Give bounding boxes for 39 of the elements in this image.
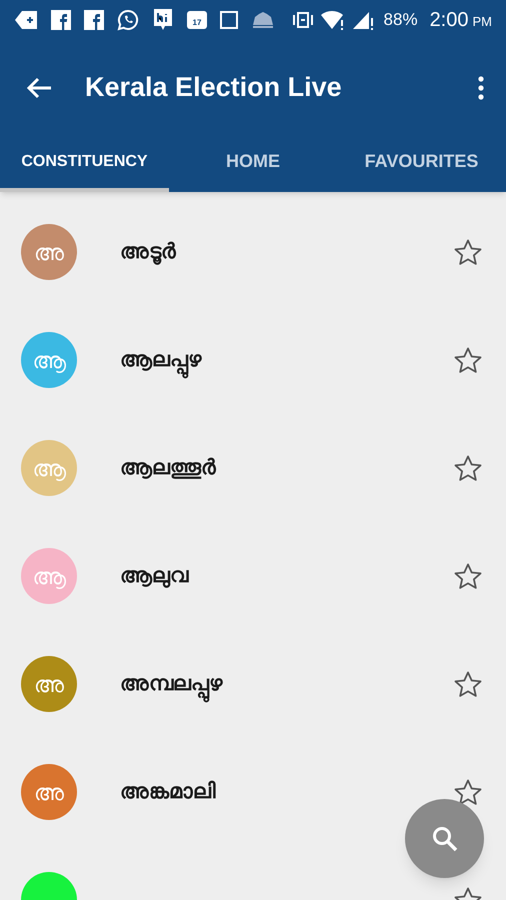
letter-avatar: ആ — [21, 440, 77, 496]
constituency-name: അങ്കമാലി — [120, 779, 216, 806]
clock-time: 2:00 — [430, 8, 468, 33]
star-icon[interactable] — [454, 346, 482, 374]
search-icon — [432, 826, 458, 852]
more-options-icon[interactable] — [478, 76, 484, 100]
star-icon[interactable] — [454, 454, 482, 482]
facebook-icon — [51, 10, 71, 30]
star-icon[interactable] — [454, 778, 482, 806]
tab[interactable]: CONSTITUENCY — [0, 135, 169, 192]
constituency-name: ആലപ്പുഴ — [120, 344, 201, 376]
chat-icon — [117, 9, 139, 31]
constituency-name: ആലത്തൂർ — [120, 455, 216, 482]
constituency-name: അടൂർ — [120, 239, 176, 267]
tab[interactable]: HOME — [169, 135, 337, 192]
clock-period: PM — [472, 13, 492, 32]
back-arrow-icon[interactable] — [26, 76, 52, 98]
star-icon[interactable] — [454, 238, 482, 266]
letter-avatar: ആ — [21, 548, 77, 604]
signal-icon — [352, 10, 374, 30]
hi-app-icon — [152, 8, 174, 32]
tab[interactable]: FAVOURITES — [337, 135, 506, 192]
constituency-name: ആലുവ — [120, 563, 188, 590]
square-icon — [220, 11, 238, 29]
letter-avatar: ആ — [21, 332, 77, 388]
notification-icon — [14, 10, 38, 30]
letter-avatar: അ — [21, 224, 77, 280]
wifi-icon — [320, 10, 346, 30]
app-title: Kerala Election Live — [85, 71, 342, 104]
letter-avatar: അ — [21, 656, 77, 712]
vibrate-icon — [292, 12, 314, 28]
calendar-icon: 17 — [187, 11, 207, 29]
star-icon[interactable] — [454, 670, 482, 698]
battery-text: 88% — [384, 9, 418, 32]
star-icon[interactable] — [454, 562, 482, 590]
letter-avatar: അ — [21, 764, 77, 820]
emblem-icon — [251, 11, 275, 29]
facebook-icon — [84, 10, 104, 30]
constituency-name: അമ്പലപ്പുഴ — [120, 668, 222, 700]
